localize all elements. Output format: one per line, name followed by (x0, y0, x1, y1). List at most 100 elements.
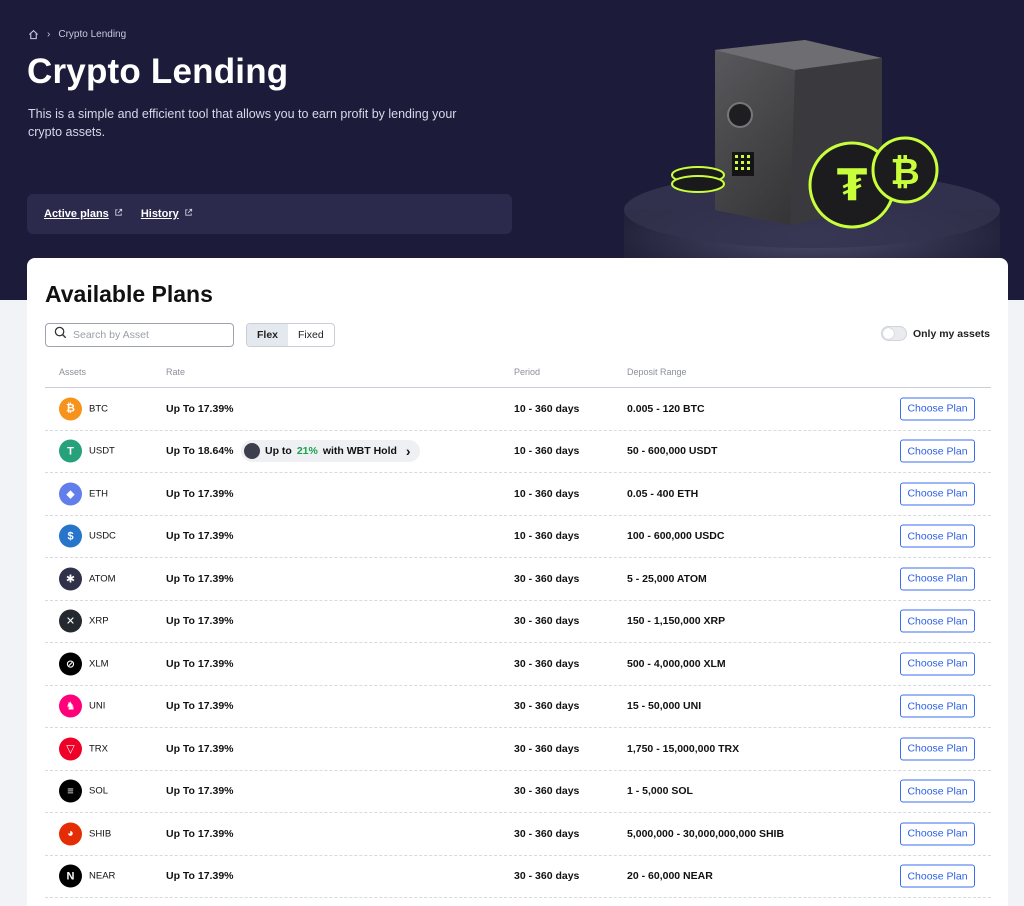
period-value: 10 - 360 days (514, 445, 580, 458)
table-row: $ USDC Up To 17.39% 10 - 360 days 100 - 600,… (45, 516, 991, 558)
period-value: 10 - 360 days (514, 402, 580, 415)
search-input[interactable] (73, 329, 223, 341)
ethereum-icon: ◆ (59, 482, 82, 506)
asset-symbol: UNI (89, 700, 106, 712)
table-row: ✕ XRP Up To 17.39% 30 - 360 days 150 - 1,150… (45, 601, 991, 643)
choose-plan-button[interactable]: Choose Plan (900, 482, 975, 506)
promo-prefix: Up to (265, 445, 292, 458)
cosmos-icon: ✱ (59, 567, 82, 591)
period-value: 30 - 360 days (514, 742, 580, 755)
external-link-icon (184, 208, 193, 220)
wbt-hold-promo-badge[interactable]: Up to 21% with WBT Hold › (241, 440, 420, 463)
choose-plan-button[interactable]: Choose Plan (900, 652, 975, 676)
only-my-assets-label: Only my assets (912, 327, 990, 340)
solana-icon: ≡ (59, 779, 82, 803)
plan-type-tabs: Flex Fixed (246, 323, 335, 347)
rate-value: Up To 17.39% (166, 785, 234, 798)
tron-icon: ▽ (59, 737, 82, 761)
tab-fixed[interactable]: Fixed (288, 324, 334, 346)
rate-value: Up To 17.39% (166, 572, 234, 585)
choose-plan-button[interactable]: Choose Plan (900, 694, 975, 718)
tab-flex[interactable]: Flex (247, 324, 289, 346)
table-row: ▽ TRX Up To 17.39% 30 - 360 days 1,750 - 15,… (45, 728, 991, 771)
choose-plan-button[interactable]: Choose Plan (900, 737, 975, 761)
rate-value: Up To 17.39% (166, 487, 234, 500)
deposit-range-value: 100 - 600,000 USDC (627, 530, 725, 543)
breadcrumb-current: Crypto Lending (58, 29, 127, 40)
deposit-range-value: 15 - 50,000 UNI (627, 700, 702, 713)
asset-symbol: USDT (89, 445, 115, 457)
period-value: 30 - 360 days (514, 785, 580, 798)
rate-value: Up To 17.39% (166, 615, 234, 628)
uniswap-icon: ♞ (59, 694, 82, 718)
rate-value: Up To 17.39% (166, 530, 234, 543)
table-row: ◆ ETH Up To 17.39% 10 - 360 days 0.05 - 400 … (45, 473, 991, 516)
column-header-assets: Assets (59, 367, 87, 377)
bitcoin-icon: ₿ (59, 397, 82, 421)
rate-value: Up To 18.64% (166, 445, 234, 458)
deposit-range-value: 5,000,000 - 30,000,000,000 SHIB (627, 827, 785, 840)
asset-symbol: ATOM (89, 573, 116, 585)
xrp-icon: ✕ (59, 609, 82, 633)
period-value: 30 - 360 days (514, 870, 580, 883)
rate-value: Up To 17.39% (166, 700, 234, 713)
column-header-rate: Rate (166, 367, 186, 377)
asset-symbol: BTC (89, 403, 108, 415)
asset-symbol: XLM (89, 658, 109, 670)
home-icon[interactable] (28, 29, 39, 40)
period-value: 30 - 360 days (514, 700, 580, 713)
deposit-range-value: 150 - 1,150,000 XRP (627, 615, 726, 628)
choose-plan-button[interactable]: Choose Plan (900, 779, 975, 803)
asset-symbol: SHIB (89, 828, 112, 840)
choose-plan-button[interactable]: Choose Plan (900, 609, 975, 633)
choose-plan-button[interactable]: Choose Plan (900, 822, 975, 846)
table-row: N NEAR Up To 17.39% 30 - 360 days 20 - 60,00… (45, 856, 991, 898)
period-value: 10 - 360 days (514, 487, 580, 500)
external-link-icon (114, 208, 123, 220)
plans-table: ₿ BTC Up To 17.39% 10 - 360 days 0.005 - 120… (45, 388, 991, 898)
table-row: ⊘ XLM Up To 17.39% 30 - 360 days 500 - 4,000… (45, 643, 991, 686)
active-plans-link[interactable]: Active plans (44, 208, 123, 220)
asset-symbol: NEAR (89, 870, 116, 882)
period-value: 30 - 360 days (514, 657, 580, 670)
period-value: 30 - 360 days (514, 572, 580, 585)
history-link[interactable]: History (141, 208, 193, 220)
wbt-icon (244, 443, 260, 460)
rate-value: Up To 17.39% (166, 657, 234, 670)
page-title: Crypto Lending (27, 52, 289, 91)
available-plans-card: Available Plans Flex Fixed Only my asset… (27, 258, 1008, 906)
chevron-right-icon: › (47, 29, 51, 40)
choose-plan-button[interactable]: Choose Plan (900, 864, 975, 888)
search-box (45, 323, 234, 347)
choose-plan-button[interactable]: Choose Plan (900, 567, 975, 591)
column-header-period: Period (514, 367, 541, 377)
table-row: ≡ SOL Up To 17.39% 30 - 360 days 1 - 5,000 S… (45, 771, 991, 813)
rate-value: Up To 17.39% (166, 827, 234, 840)
choose-plan-button[interactable]: Choose Plan (900, 524, 975, 548)
table-row: ✱ ATOM Up To 17.39% 30 - 360 days 5 - 25,000… (45, 558, 991, 601)
table-row: ₿ BTC Up To 17.39% 10 - 360 days 0.005 - 120… (45, 388, 991, 431)
table-row: T USDT Up To 18.64% 10 - 360 days 50 - 600,0… (45, 431, 991, 473)
choose-plan-button[interactable]: Choose Plan (900, 439, 975, 463)
column-header-deposit-range: Deposit Range (627, 367, 687, 377)
search-icon (54, 326, 67, 344)
section-title: Available Plans (45, 281, 213, 307)
choose-plan-button[interactable]: Choose Plan (900, 397, 975, 421)
deposit-range-value: 1,750 - 15,000,000 TRX (627, 742, 740, 755)
asset-symbol: SOL (89, 785, 109, 797)
deposit-range-value: 5 - 25,000 ATOM (627, 572, 707, 585)
table-header: Assets Rate Period Deposit Range (45, 364, 991, 388)
hero-banner: › Crypto Lending Crypto Lending This is … (0, 0, 1024, 300)
table-row: ◕ SHIB Up To 17.39% 30 - 360 days 5,000,000 … (45, 813, 991, 856)
deposit-range-value: 0.05 - 400 ETH (627, 487, 699, 500)
table-row: ♞ UNI Up To 17.39% 30 - 360 days 15 - 50,000… (45, 686, 991, 728)
hero-links-bar: Active plans History (27, 194, 512, 234)
deposit-range-value: 1 - 5,000 SOL (627, 785, 693, 798)
only-my-assets-toggle[interactable] (880, 326, 907, 341)
promo-percent: 21% (296, 445, 318, 458)
svg-text:₿: ₿ (890, 152, 919, 193)
asset-symbol: USDC (89, 530, 116, 542)
chevron-right-icon: › (405, 443, 411, 460)
deposit-range-value: 500 - 4,000,000 XLM (627, 657, 726, 670)
period-value: 30 - 360 days (514, 615, 580, 628)
